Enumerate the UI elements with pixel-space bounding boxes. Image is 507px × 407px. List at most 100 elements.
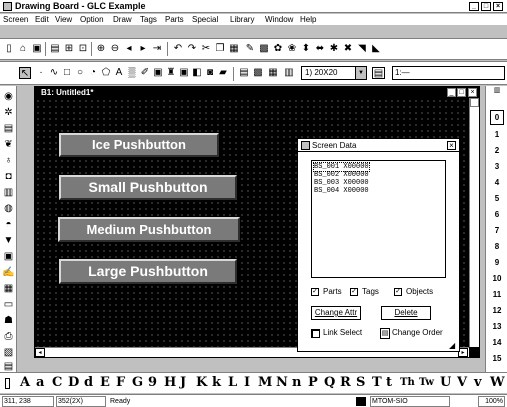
undo-icon[interactable]: ↶	[172, 43, 184, 55]
font-item[interactable]: d	[84, 373, 93, 393]
palette-item-10[interactable]: 10	[486, 272, 507, 285]
stamp-icon[interactable]: ♜	[165, 67, 177, 79]
ice-pushbutton[interactable]: Ice Pushbutton	[59, 133, 219, 157]
font-item[interactable]: Th	[400, 373, 415, 393]
palette-item-2[interactable]: 2	[486, 144, 507, 157]
dropdown-arrow-icon[interactable]: ▼	[355, 67, 366, 79]
text-icon[interactable]: A	[113, 67, 125, 79]
resize-grip-icon[interactable]: ◢	[449, 341, 458, 350]
layer-icon[interactable]: ▩	[252, 67, 264, 79]
paint-icon[interactable]: ✐	[139, 67, 151, 79]
palette-item-8[interactable]: 8	[486, 240, 507, 253]
dome-icon[interactable]: ◓	[2, 218, 15, 231]
pen-icon[interactable]: ✎	[244, 43, 256, 55]
attribute-icon[interactable]: ▤	[372, 67, 385, 79]
pen-tool-icon[interactable]: ✍	[2, 266, 15, 279]
list-item[interactable]: BS_003 X00000	[314, 179, 369, 187]
palette-item-3[interactable]: 3	[486, 160, 507, 173]
menu-draw[interactable]: Draw	[113, 14, 132, 26]
open-file-icon[interactable]: ⌂	[17, 43, 29, 55]
font-item[interactable]: E	[100, 373, 110, 393]
font-item[interactable]: T	[372, 373, 382, 393]
doc-minimize-button[interactable]: _	[447, 88, 456, 97]
font-item[interactable]: A	[20, 373, 30, 393]
palette-item-0[interactable]: 0	[490, 110, 504, 125]
align-horizontal-icon[interactable]: ⬌	[314, 43, 326, 55]
palette-item-7[interactable]: 7	[486, 224, 507, 237]
flip-icon[interactable]: ✖	[342, 43, 354, 55]
send-back-icon[interactable]: ◣	[370, 43, 382, 55]
palette-item-5[interactable]: 5	[486, 192, 507, 205]
dot-icon[interactable]: ·	[35, 67, 47, 79]
align-vertical-icon[interactable]: ⬍	[300, 43, 312, 55]
font-item[interactable]: G	[132, 373, 143, 393]
menu-option[interactable]: Option	[80, 14, 104, 26]
keypad-icon[interactable]: ▦	[2, 282, 15, 295]
chart-icon[interactable]: ▧	[2, 346, 15, 359]
gear-icon[interactable]: ✲	[2, 106, 15, 119]
minimize-button[interactable]: _	[469, 2, 479, 11]
palette-item-4[interactable]: 4	[486, 176, 507, 189]
prev-screen-icon[interactable]: ◂	[123, 43, 135, 55]
rectangle-icon[interactable]: □	[61, 67, 73, 79]
font-item[interactable]: M	[258, 373, 272, 393]
doc-close-button[interactable]: ×	[468, 88, 477, 97]
pointer-down-icon[interactable]: ▼	[2, 234, 15, 247]
cut-icon[interactable]: ✂	[200, 43, 212, 55]
menu-library[interactable]: Library	[230, 14, 254, 26]
arc-icon[interactable]: ◔	[87, 67, 99, 79]
vertical-scrollbar[interactable]	[469, 98, 479, 347]
tag-icon[interactable]: ▰	[217, 67, 229, 79]
menu-tags[interactable]: Tags	[140, 14, 157, 26]
small-pushbutton[interactable]: Small Pushbutton	[59, 175, 237, 200]
preview-icon[interactable]: ⊞	[63, 43, 75, 55]
font-item[interactable]: t	[386, 373, 392, 393]
screen-data-icon[interactable]: ▤	[238, 67, 250, 79]
library-icon[interactable]: ◧	[191, 67, 203, 79]
alarm-icon[interactable]: ☗	[2, 314, 15, 327]
palette-item-13[interactable]: 13	[486, 320, 507, 333]
image-icon[interactable]: ▣	[152, 67, 164, 79]
link-select-icon[interactable]	[311, 329, 320, 338]
app-icon[interactable]	[3, 2, 12, 11]
palette-item-12[interactable]: 12	[486, 304, 507, 317]
medium-pushbutton[interactable]: Medium Pushbutton	[58, 217, 240, 242]
list-item[interactable]: BS_002 X00000	[314, 171, 369, 179]
ungroup-icon[interactable]: ❀	[286, 43, 298, 55]
picture-icon[interactable]: ▣	[2, 250, 15, 263]
doc-maximize-button[interactable]: □	[457, 88, 466, 97]
change-attr-button[interactable]: Change Attr	[311, 306, 361, 320]
maximize-button[interactable]: □	[481, 2, 491, 11]
list-item[interactable]: BS_004 X00000	[314, 187, 369, 195]
zoom-in-icon[interactable]: ⊕	[95, 43, 107, 55]
font-item[interactable]: U	[440, 373, 451, 393]
font-item[interactable]: L	[228, 373, 237, 393]
zoom-select[interactable]: 1) 20X20 ▼	[301, 66, 367, 80]
document-icon[interactable]: ▤	[2, 122, 15, 135]
font-item[interactable]: H	[164, 373, 176, 393]
font-palette-handle[interactable]	[5, 378, 10, 389]
grid-size-icon[interactable]: ▥	[281, 67, 297, 79]
link-select-label[interactable]: Link Select	[323, 328, 362, 338]
redo-icon[interactable]: ↷	[186, 43, 198, 55]
palette-item-9[interactable]: 9	[486, 256, 507, 269]
pattern-icon[interactable]: ▒	[126, 67, 138, 79]
font-item[interactable]: a	[36, 373, 44, 393]
palette-item-14[interactable]: 14	[486, 336, 507, 349]
delete-button[interactable]: Delete	[381, 306, 431, 320]
screen-data-close-button[interactable]: ×	[447, 141, 456, 150]
palette-item-1[interactable]: 1	[486, 128, 507, 141]
font-item[interactable]: N	[276, 373, 288, 393]
lamp-icon[interactable]: ♁	[2, 154, 15, 167]
menu-help[interactable]: Help	[300, 14, 316, 26]
paste-icon[interactable]: ▦	[228, 43, 240, 55]
copy-icon[interactable]: ❐	[214, 43, 226, 55]
change-order-label[interactable]: Change Order	[392, 328, 443, 338]
new-file-icon[interactable]: ▯	[3, 43, 15, 55]
tags-checkbox[interactable]: ✓	[350, 288, 358, 296]
select-arrow-icon[interactable]: ↖	[19, 67, 31, 79]
palette-item-15[interactable]: 15	[486, 352, 507, 365]
font-item[interactable]: D	[68, 373, 79, 393]
next-screen-icon[interactable]: ▸	[137, 43, 149, 55]
window-icon[interactable]: ▣	[178, 67, 190, 79]
